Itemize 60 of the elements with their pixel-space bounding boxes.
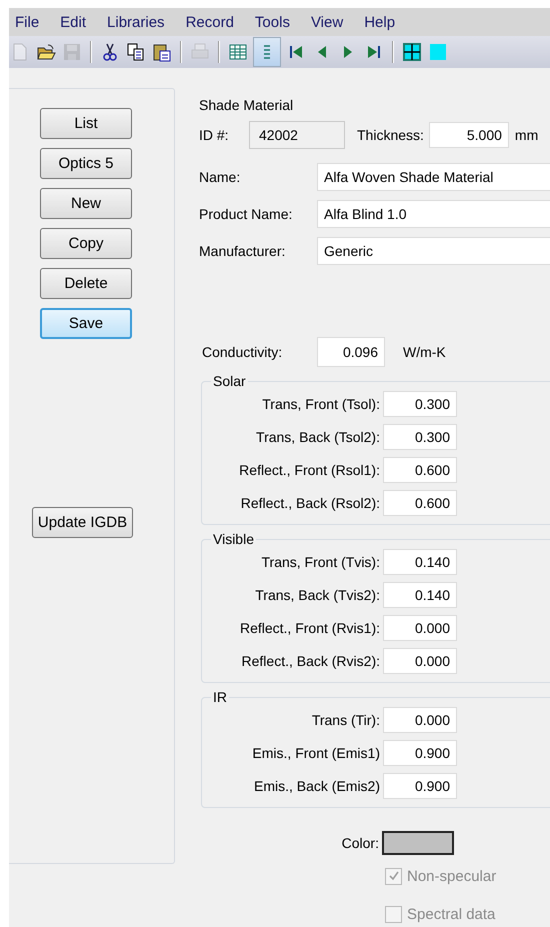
unit-label: mm [514,127,538,143]
value-field[interactable]: 0.140 [383,582,457,608]
menu-item[interactable]: Libraries [107,14,165,30]
field-label: Emis., Front (Emis1) [251,745,381,761]
field-label: Reflect., Front (Rvis1): [238,620,381,636]
id-field: 42002 [249,121,345,149]
menu-item[interactable]: Tools [254,14,290,30]
field-label: Trans, Front (Tvis): [260,554,381,570]
group-title: Solar [211,373,248,389]
value-field[interactable]: 0.000 [383,707,457,733]
menu-item[interactable]: Edit [60,14,86,30]
value-field[interactable]: 0.600 [383,490,457,516]
field-label: Reflect., Back (Rvis2): [240,653,381,669]
action-button[interactable]: New [40,188,132,219]
update-igdb-button[interactable]: Update IGDB [32,507,133,538]
field-label: Conductivity: [202,344,284,360]
field-label: Trans, Back (Tsol2): [255,429,381,445]
action-button[interactable]: Delete [40,268,132,299]
field-label: Reflect., Front (Rsol1): [238,462,381,478]
list-icon[interactable] [253,37,281,67]
menu-item[interactable]: View [310,14,344,30]
value-field[interactable]: 0.300 [383,391,457,417]
field-label: Reflect., Back (Rsol2): [240,495,381,511]
text-field[interactable]: Generic [317,237,550,265]
thickness-field[interactable]: 5.000 [428,122,509,148]
field-label: Manufacturer: [199,243,286,259]
field-label: Emis., Back (Emis2) [252,778,381,794]
menu-item[interactable]: Help [364,14,396,30]
text-field[interactable]: Alfa Blind 1.0 [317,200,550,228]
value-field[interactable]: 0.900 [383,740,457,766]
checkbox-label: Spectral data [407,906,496,922]
value-field[interactable]: 0.600 [383,457,457,483]
unit-label: W/m-K [403,344,446,360]
field-label: Color: [340,835,380,851]
group-title: Visible [211,531,256,547]
field-label: Name: [199,169,242,185]
value-field[interactable]: 0.300 [383,424,457,450]
group-title: IR [211,689,229,705]
conductivity-field[interactable]: 0.096 [317,337,385,367]
field-label: Trans, Front (Tsol): [261,396,381,412]
value-field[interactable]: 0.000 [383,615,457,641]
action-button[interactable]: Copy [40,228,132,259]
action-button[interactable]: Optics 5 [40,148,132,179]
value-field[interactable]: 0.140 [383,549,457,575]
action-button[interactable]: List [40,108,132,139]
value-field[interactable]: 0.000 [383,648,457,674]
menu-item[interactable]: Record [186,14,234,30]
field-label: Trans, Back (Tvis2): [254,587,381,603]
field-label: Product Name: [199,206,294,222]
menu-item[interactable]: File [15,14,40,30]
checkmark-icon [388,870,400,882]
checkbox-label: Non-specular [407,868,496,884]
field-label: Thickness: [357,127,424,143]
field-label: Trans (Tir): [310,712,381,728]
action-button[interactable]: Save [40,308,132,339]
field-label: ID #: [199,127,230,143]
value-field[interactable]: 0.900 [383,773,457,799]
color-swatch[interactable] [382,831,454,855]
text-field[interactable]: Alfa Woven Shade Material [317,163,550,191]
section-title: Shade Material [199,96,294,114]
